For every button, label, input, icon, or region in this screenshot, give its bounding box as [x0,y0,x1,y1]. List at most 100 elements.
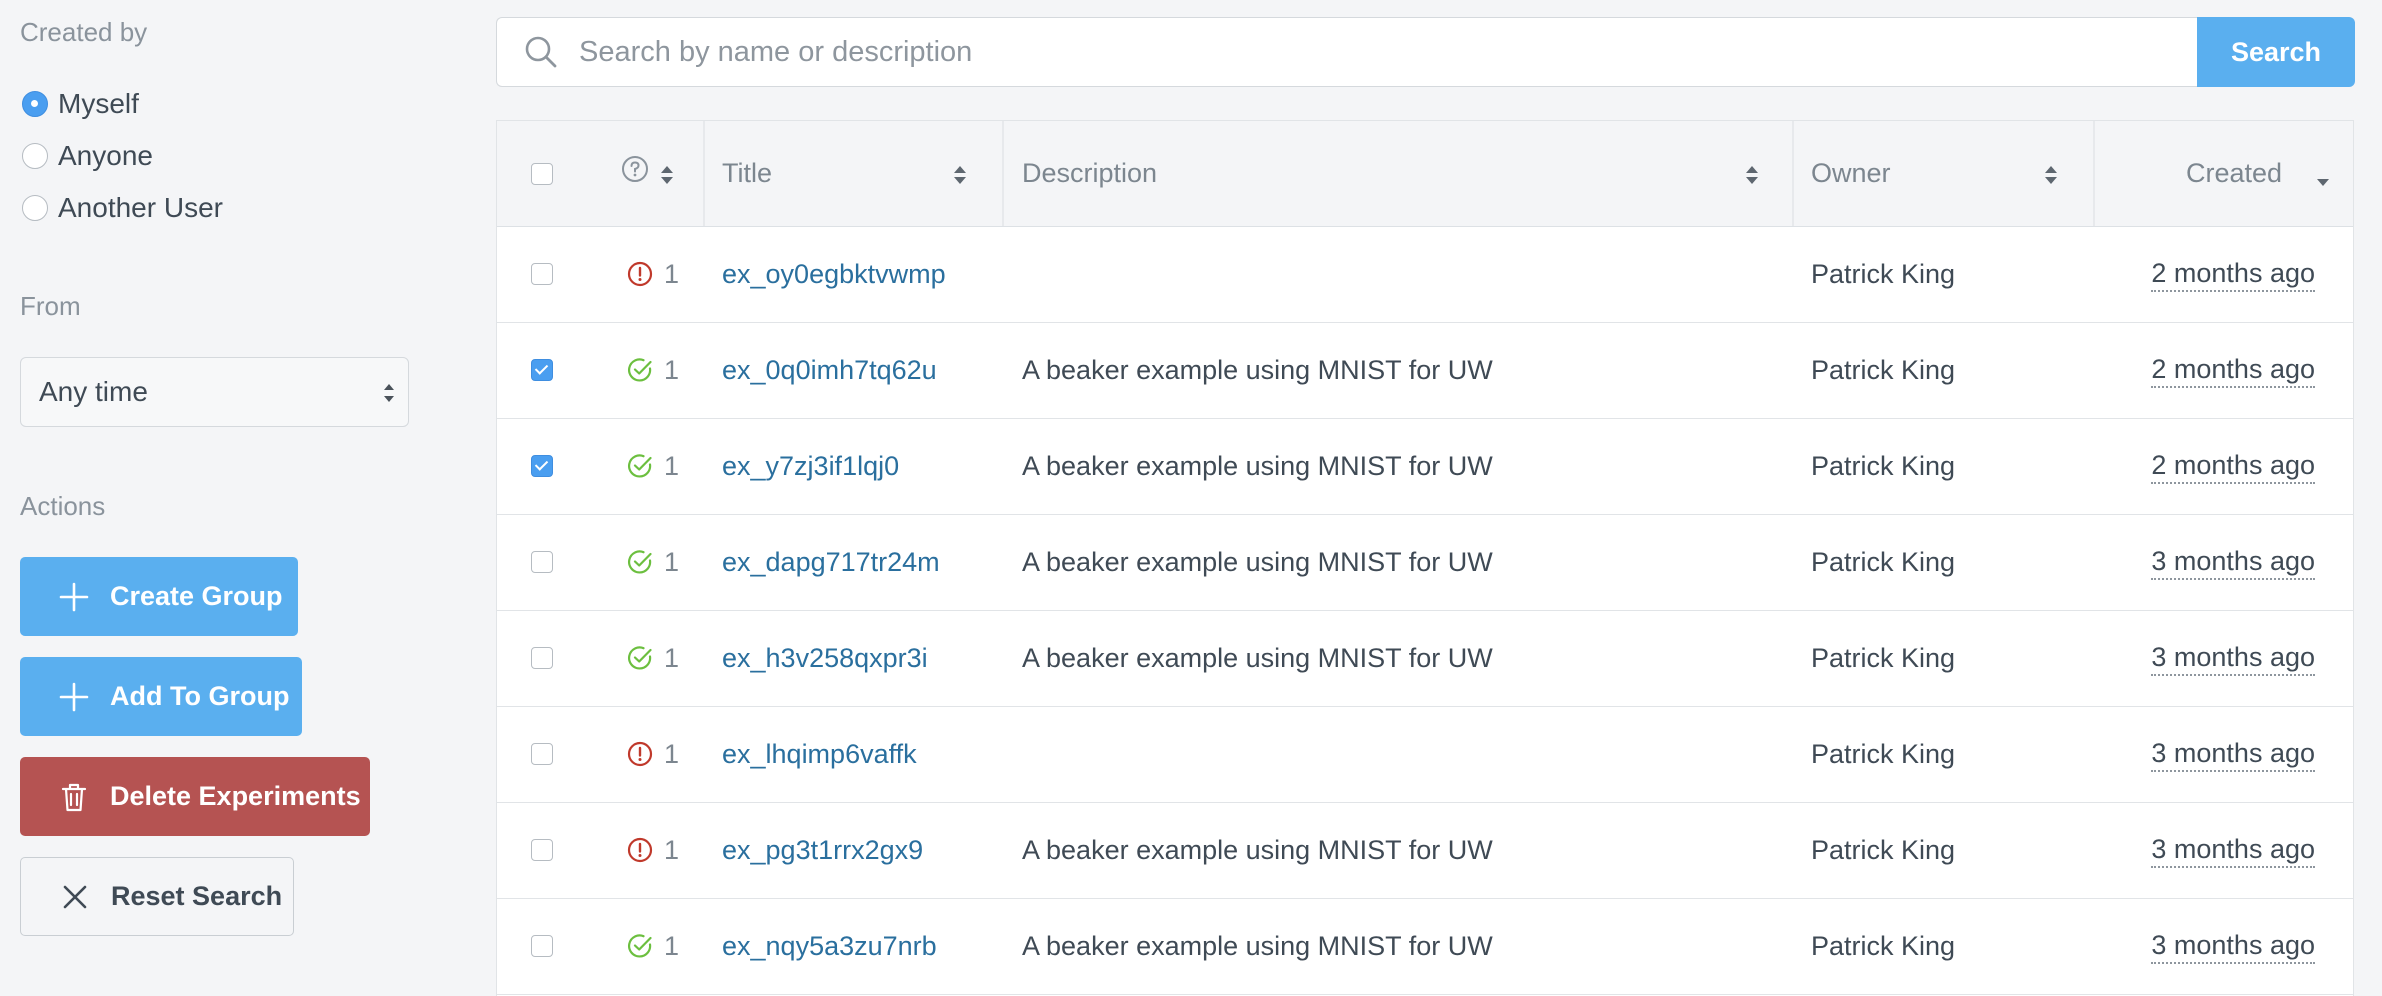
owner-column-header[interactable]: Owner [1811,121,1891,226]
check-circle-icon [628,358,652,382]
experiment-link[interactable]: ex_oy0egbktvwmp [722,259,946,290]
experiment-link[interactable]: ex_y7zj3if1lqj0 [722,451,899,482]
created-column-header[interactable]: Created [2186,121,2282,226]
row-checkbox[interactable] [531,839,553,861]
radio-button[interactable] [22,91,48,117]
radio-another-user[interactable]: Another User [22,190,223,226]
experiment-link[interactable]: ex_pg3t1rrx2gx9 [722,835,923,866]
alert-circle-icon [627,837,653,863]
experiment-link[interactable]: ex_0q0imh7tq62u [722,355,937,386]
status-column-header[interactable] [621,121,673,226]
plus-icon [59,682,89,711]
alert-circle-icon [627,261,653,287]
created-timestamp: 2 months ago [2151,352,2315,388]
created-cell: 2 months ago [2151,322,2315,418]
title-column-header[interactable]: Title [722,121,772,226]
search-button[interactable]: Search [2197,17,2355,87]
sort-icon[interactable] [1744,163,1760,187]
from-label: From [20,291,81,321]
created-cell: 2 months ago [2151,418,2315,514]
title-cell: ex_lhqimp6vaffk [722,706,917,802]
reset-search-label: Reset Search [111,881,283,911]
help-circle-icon [622,155,648,182]
owner-cell: Patrick King [1811,706,1955,802]
table-row[interactable]: 1 ex_dapg717tr24m A beaker example using… [497,514,2353,611]
experiment-link[interactable]: ex_dapg717tr24m [722,547,940,578]
select-all-checkbox[interactable] [531,162,553,185]
status-count: 1 [664,834,680,865]
experiment-link[interactable]: ex_nqy5a3zu7nrb [722,931,937,962]
experiment-link[interactable]: ex_lhqimp6vaffk [722,739,917,770]
sort-icon [661,166,673,184]
radio-button[interactable] [22,195,48,221]
title-cell: ex_pg3t1rrx2gx9 [722,802,923,898]
search-icon [525,36,557,68]
experiment-link[interactable]: ex_h3v258qxpr3i [722,643,928,674]
experiment-owner: Patrick King [1811,834,1956,865]
experiment-owner: Patrick King [1811,738,1956,769]
delete-experiments-button[interactable]: Delete Experiments [20,757,370,836]
table-row[interactable]: 1 ex_h3v258qxpr3i A beaker example using… [497,610,2353,707]
description-column-header[interactable]: Description [1022,121,1157,226]
reset-search-button[interactable]: Reset Search [20,857,294,936]
delete-experiments-label: Delete Experiments [110,781,361,811]
actions-label: Actions [20,491,106,521]
created-timestamp: 3 months ago [2151,640,2315,676]
row-checkbox[interactable] [531,935,553,957]
row-select-cell [531,706,553,802]
search-bar [496,17,2197,87]
table-row[interactable]: 1 ex_pg3t1rrx2gx9 A beaker example using… [497,802,2353,899]
row-select-cell [531,226,553,322]
experiment-description: A beaker example using MNIST for UW [1022,450,1493,481]
row-checkbox[interactable] [531,743,553,765]
created-cell: 3 months ago [2151,706,2315,802]
row-select-cell [531,514,553,610]
plus-icon [59,582,89,611]
radio-anyone[interactable]: Anyone [22,138,153,174]
created-timestamp: 3 months ago [2151,832,2315,868]
table-row[interactable]: 1 ex_lhqimp6vaffk Patrick King 3 months … [497,706,2353,803]
table-row[interactable]: 1 ex_oy0egbktvwmp Patrick King 2 months … [497,226,2353,323]
check-circle-icon [628,550,652,574]
description-cell: A beaker example using MNIST for UW [1022,322,1493,418]
status-cell: 1 [626,898,679,994]
check-circle-icon [628,646,652,670]
sort-icon[interactable] [2043,163,2059,187]
row-checkbox[interactable] [531,551,553,573]
description-cell: A beaker example using MNIST for UW [1022,514,1493,610]
row-select-cell [531,418,553,514]
create-group-button[interactable]: Create Group [20,557,298,636]
add-to-group-label: Add To Group [110,681,290,711]
row-checkbox[interactable] [531,359,553,381]
add-to-group-button[interactable]: Add To Group [20,657,302,736]
experiment-owner: Patrick King [1811,258,1956,289]
status-count: 1 [664,546,680,577]
from-select[interactable]: Any time [20,357,409,427]
search-input[interactable] [577,34,2081,70]
status-count: 1 [664,738,680,769]
table-row[interactable]: 1 ex_0q0imh7tq62u A beaker example using… [497,322,2353,419]
row-checkbox[interactable] [531,263,553,285]
close-icon [63,885,87,908]
radio-label-another-user: Another User [58,192,223,223]
check-circle-icon [628,454,652,478]
radio-button[interactable] [22,143,48,169]
table-row[interactable]: 1 ex_y7zj3if1lqj0 A beaker example using… [497,418,2353,515]
status-count: 1 [664,354,680,385]
created-cell: 2 months ago [2151,226,2315,322]
row-checkbox[interactable] [531,455,553,477]
experiment-description: A beaker example using MNIST for UW [1022,642,1493,673]
table-row[interactable]: 1 ex_nqy5a3zu7nrb A beaker example using… [497,898,2353,995]
row-checkbox[interactable] [531,647,553,669]
sort-descending-icon[interactable] [2315,169,2331,193]
title-cell: ex_oy0egbktvwmp [722,226,946,322]
created-timestamp: 2 months ago [2151,256,2315,292]
created-cell: 3 months ago [2151,802,2315,898]
trash-icon [61,783,87,811]
sort-icon[interactable] [952,163,968,187]
description-cell: A beaker example using MNIST for UW [1022,898,1493,994]
experiment-owner: Patrick King [1811,354,1956,385]
radio-myself[interactable]: Myself [22,86,139,122]
owner-cell: Patrick King [1811,226,1955,322]
created-timestamp: 3 months ago [2151,544,2315,580]
